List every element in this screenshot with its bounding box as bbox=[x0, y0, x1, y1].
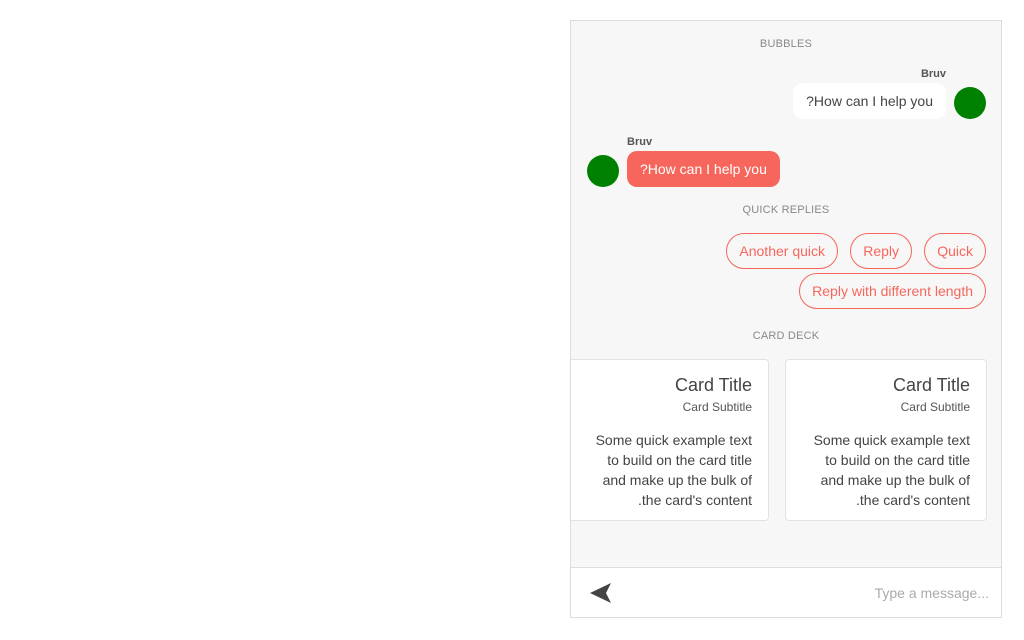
quick-reply-different-length[interactable]: Reply with different length bbox=[799, 273, 986, 309]
message-bubble-outgoing: ?How can I help you bbox=[627, 151, 780, 187]
message-sender: Bruv bbox=[627, 136, 653, 148]
message-composer bbox=[571, 567, 1001, 617]
message-sender: Bruv bbox=[920, 68, 946, 80]
send-icon[interactable] bbox=[589, 582, 613, 604]
message-input[interactable] bbox=[631, 576, 991, 610]
avatar bbox=[954, 87, 986, 119]
card-subtitle: Card Subtitle bbox=[900, 400, 970, 414]
section-label-quick-replies: QUICK REPLIES bbox=[742, 204, 830, 216]
message-bubble-incoming: ?How can I help you bbox=[793, 83, 946, 119]
avatar bbox=[587, 155, 619, 187]
card[interactable]: Card Title Card Subtitle Some quick exam… bbox=[571, 359, 769, 521]
section-label-card-deck: CARD DECK bbox=[752, 330, 820, 342]
quick-reply-quick[interactable]: Quick bbox=[924, 233, 986, 269]
quick-reply-another-quick[interactable]: Another quick bbox=[726, 233, 838, 269]
card-subtitle: Card Subtitle bbox=[682, 400, 752, 414]
card-title: Card Title bbox=[892, 375, 970, 395]
chat-widget: BUBBLES Bruv ?How can I help you Bruv ?H… bbox=[570, 20, 1002, 618]
card-text: Some quick example text to build on the … bbox=[595, 432, 752, 508]
section-label-bubbles: BUBBLES bbox=[759, 38, 813, 50]
card-title: Card Title bbox=[674, 375, 752, 395]
quick-reply-reply[interactable]: Reply bbox=[850, 233, 912, 269]
card-text: Some quick example text to build on the … bbox=[813, 432, 970, 508]
card[interactable]: Card Title Card Subtitle Some quick exam… bbox=[785, 359, 987, 521]
